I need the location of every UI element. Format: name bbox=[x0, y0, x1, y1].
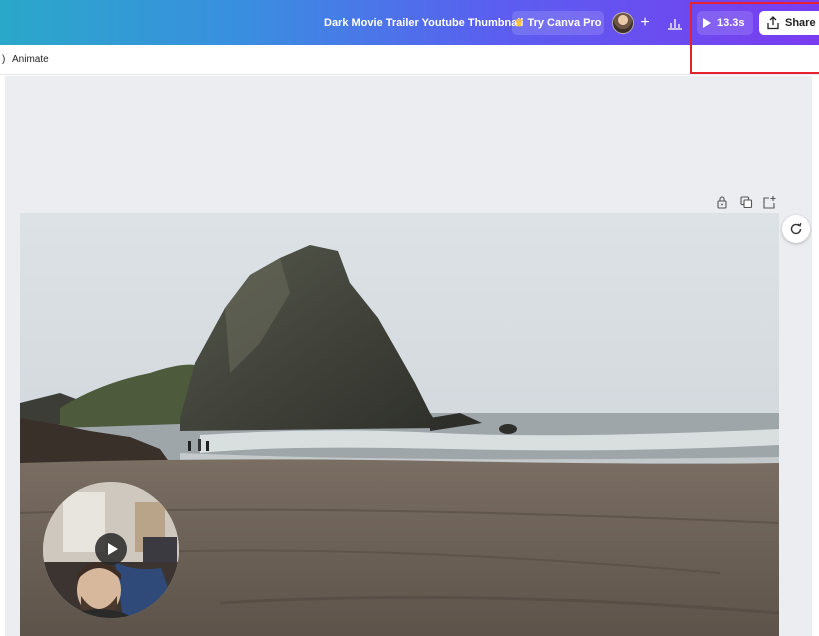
animate-button[interactable]: Animate bbox=[12, 54, 49, 65]
add-member-button[interactable]: + bbox=[637, 13, 653, 33]
avatar[interactable] bbox=[612, 12, 634, 34]
toolbar-edge-glyph: ) bbox=[2, 54, 6, 65]
webcam-play-button[interactable] bbox=[95, 533, 127, 565]
add-page-icon[interactable] bbox=[762, 195, 776, 209]
duplicate-icon[interactable] bbox=[739, 195, 753, 209]
insights-button[interactable] bbox=[664, 13, 686, 33]
document-title[interactable]: Dark Movie Trailer Youtube Thumbnail bbox=[324, 17, 523, 29]
try-pro-label: Try Canva Pro bbox=[527, 17, 602, 29]
bar-chart-icon bbox=[668, 19, 682, 30]
regenerate-button[interactable] bbox=[782, 215, 810, 243]
regenerate-icon bbox=[790, 223, 802, 235]
canvas-right-edge bbox=[812, 76, 819, 636]
try-canva-pro-button[interactable]: ♛ Try Canva Pro bbox=[512, 11, 604, 35]
highlight-annotation-box bbox=[690, 2, 819, 74]
play-icon bbox=[107, 543, 118, 555]
lock-icon[interactable] bbox=[715, 195, 729, 209]
crown-icon: ♛ bbox=[514, 17, 524, 29]
